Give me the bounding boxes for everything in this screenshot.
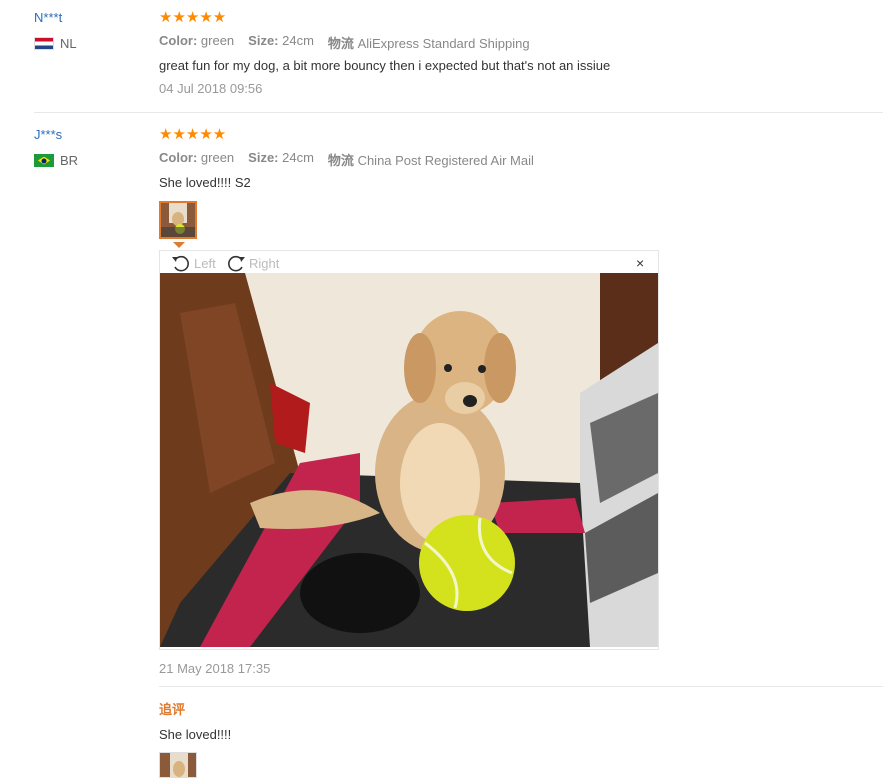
review-divider xyxy=(34,112,883,113)
rotate-right-button[interactable]: Right xyxy=(225,253,279,273)
shipping-label: 物流 xyxy=(327,153,354,168)
size-value: 24cm xyxy=(282,33,314,48)
review-photo xyxy=(160,273,658,647)
flag-nl-icon xyxy=(34,37,54,50)
dog-photo-image xyxy=(160,273,658,647)
country-code: NL xyxy=(60,36,77,51)
thumbnail-image xyxy=(160,753,196,777)
thumbnail-image xyxy=(161,203,195,237)
rating-stars: ★★★★★ xyxy=(159,126,227,143)
reviewer-name[interactable]: N***t xyxy=(34,10,62,25)
review-content: great fun for my dog, a bit more bouncy … xyxy=(159,58,611,73)
review-photo-thumbnail[interactable] xyxy=(159,201,197,239)
rotate-right-label: Right xyxy=(249,255,280,271)
color-label: Color: xyxy=(159,150,198,165)
color-label: Color: xyxy=(159,33,198,48)
rotate-left-icon xyxy=(172,255,189,272)
review-divider xyxy=(159,686,883,687)
additional-feedback-content: She loved!!!! xyxy=(159,727,232,742)
review-date: 21 May 2018 17:35 xyxy=(159,661,271,676)
review-date: 04 Jul 2018 09:56 xyxy=(159,81,263,96)
shipping-label: 物流 xyxy=(327,36,354,51)
rotate-left-button[interactable]: Left xyxy=(170,253,216,273)
rotate-right-icon xyxy=(228,255,245,272)
reviewer-name[interactable]: J***s xyxy=(34,127,62,142)
color-value: green xyxy=(200,33,235,48)
shipping-value: China Post Registered Air Mail xyxy=(357,153,534,168)
additional-photo-thumbnail[interactable] xyxy=(159,752,197,778)
size-value: 24cm xyxy=(282,150,314,165)
reviewer-country: NL xyxy=(34,36,77,51)
close-viewer-button[interactable]: × xyxy=(636,255,644,271)
color-value: green xyxy=(200,150,235,165)
photo-viewer: Left Right × xyxy=(159,250,659,650)
shipping-value: AliExpress Standard Shipping xyxy=(357,36,530,51)
flag-br-icon xyxy=(34,154,54,167)
thumbnail-caret xyxy=(173,242,185,248)
reviewer-country: BR xyxy=(34,153,78,168)
review-meta: Color: green Size: 24cm 物流 China Post Re… xyxy=(159,150,534,169)
additional-feedback-label: 追评 xyxy=(159,702,186,717)
rating-stars: ★★★★★ xyxy=(159,9,227,26)
country-code: BR xyxy=(60,153,79,168)
review-meta: Color: green Size: 24cm 物流 AliExpress St… xyxy=(159,33,530,52)
size-label: Size: xyxy=(248,150,279,165)
review-content: She loved!!!! S2 xyxy=(159,175,251,190)
size-label: Size: xyxy=(248,33,279,48)
rotate-left-label: Left xyxy=(194,255,216,271)
